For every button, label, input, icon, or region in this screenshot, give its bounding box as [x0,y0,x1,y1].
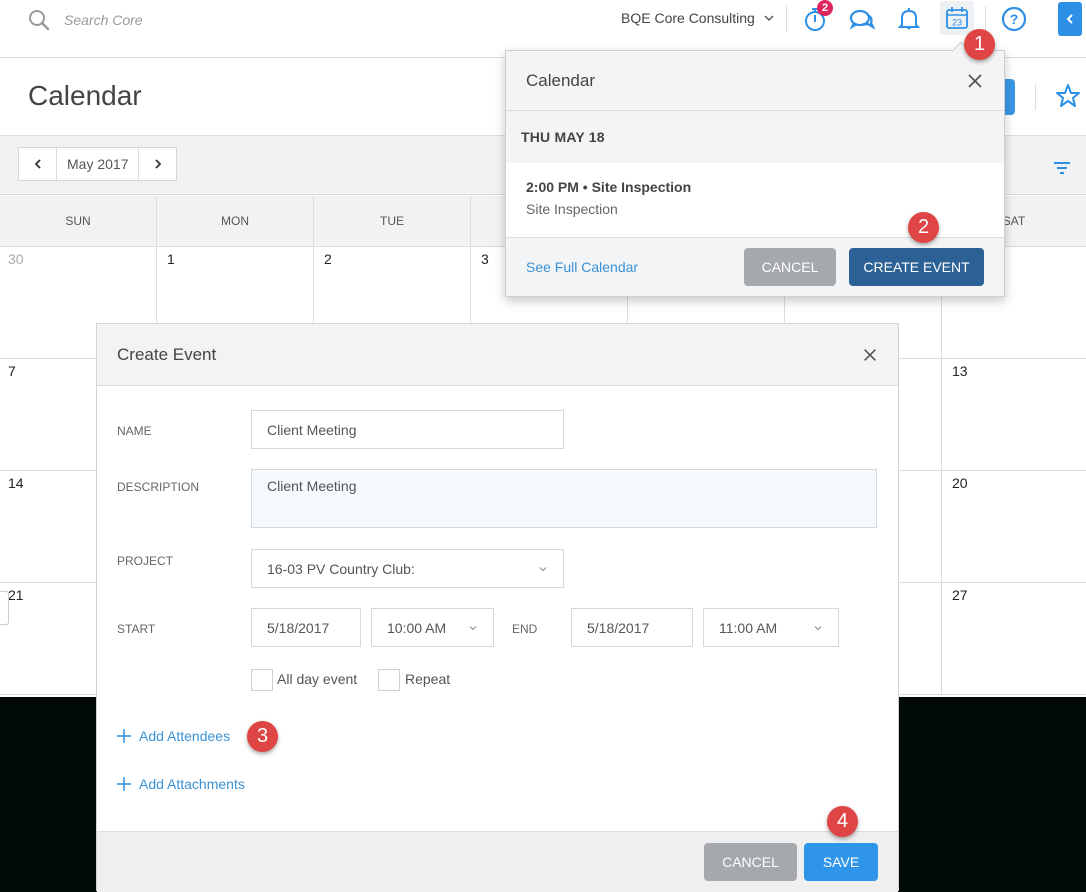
weekday-mon: MON [157,196,314,246]
project-label: PROJECT [117,554,174,568]
description-value: Client Meeting [267,478,357,494]
end-date-field[interactable]: 5/18/2017 [571,608,693,647]
add-attachments-label: Add Attachments [139,776,245,792]
save-button[interactable]: SAVE [804,843,878,881]
calendar-day[interactable]: 20 [942,471,1086,582]
calendar-icon-day: 23 [952,18,962,28]
company-name: BQE Core Consulting [621,10,755,26]
close-icon[interactable] [862,347,878,363]
end-date-value: 5/18/2017 [587,619,650,636]
step-marker-3: 3 [247,721,278,752]
modal-footer: CANCEL SAVE [97,831,898,892]
svg-text:?: ? [1010,11,1019,27]
search-input[interactable] [64,8,364,32]
plus-icon [117,729,131,743]
help-button[interactable]: ? [998,3,1030,35]
chevron-right-icon [155,159,162,169]
description-label: DESCRIPTION [117,480,200,494]
project-value: 16-03 PV Country Club: [267,560,415,577]
create-event-button[interactable]: CREATE EVENT [849,248,984,286]
create-event-modal: Create Event NAME Client Meeting DESCRIP… [96,323,899,892]
start-time-value: 10:00 AM [387,619,447,636]
name-field[interactable]: Client Meeting [251,410,564,449]
start-time-select[interactable]: 10:00 AM [371,608,494,647]
chevron-down-icon [764,15,774,21]
popover-footer: See Full Calendar CANCEL CREATE EVENT [506,238,1004,296]
search-icon[interactable] [28,9,50,31]
chevron-down-icon [539,566,547,571]
start-date-value: 5/18/2017 [267,619,330,636]
calendar-day[interactable]: 27 [942,583,1086,694]
end-label: END [512,622,538,636]
divider [786,6,787,32]
weekday-tue: TUE [314,196,471,246]
chevron-down-icon [814,625,822,630]
see-full-calendar-link[interactable]: See Full Calendar [526,259,638,275]
all-day-checkbox[interactable] [251,669,273,691]
plus-icon [117,777,131,791]
step-marker-2: 2 [908,212,939,243]
modal-title: Create Event [117,344,217,364]
weekday-sun: SUN [0,196,157,246]
add-attachments-link[interactable]: Add Attachments [117,776,245,792]
divider [985,6,986,32]
start-label: START [117,622,156,636]
popover-header: Calendar [506,51,1004,111]
event-title: 2:00 PM • Site Inspection [526,179,692,195]
project-select[interactable]: 16-03 PV Country Club: [251,549,564,588]
favorite-star-icon[interactable] [1054,82,1082,110]
notifications-button[interactable] [893,3,925,35]
end-time-value: 11:00 AM [719,619,778,636]
repeat-label: Repeat [405,671,451,687]
name-label: NAME [117,424,152,438]
description-field[interactable]: Client Meeting [251,469,877,528]
next-month-button[interactable] [139,148,176,180]
close-icon[interactable] [966,72,984,90]
calendar-popover: Calendar THU MAY 18 2:00 PM • Site Inspe… [505,41,1005,297]
popover-date-heading: THU MAY 18 [521,129,605,145]
modal-header: Create Event [97,324,898,386]
chevron-left-icon [1066,14,1073,24]
help-icon: ? [1001,6,1027,32]
chevron-left-icon [34,159,41,169]
divider [1035,84,1036,110]
all-day-label: All day event [277,671,358,687]
filter-icon[interactable] [1053,160,1071,176]
end-time-select[interactable]: 11:00 AM [703,608,839,647]
chevron-down-icon [469,625,477,630]
chat-icon [849,9,875,30]
calendar-icon: 23 [946,7,968,29]
popover-cancel-button[interactable]: CANCEL [744,248,836,286]
repeat-checkbox[interactable] [378,669,400,691]
popover-title: Calendar [526,70,595,90]
page-title: Calendar [28,80,142,111]
calendar-day[interactable]: 13 [942,359,1086,470]
name-value: Client Meeting [267,421,357,438]
start-date-field[interactable]: 5/18/2017 [251,608,361,647]
timer-badge: 2 [817,0,833,16]
add-attendees-label: Add Attendees [139,728,231,744]
add-attendees-link[interactable]: Add Attendees [117,728,230,744]
timer-button[interactable]: 2 [799,0,833,35]
modal-cancel-button[interactable]: CANCEL [704,843,797,881]
company-selector[interactable]: BQE Core Consulting [621,10,775,26]
step-marker-4: 4 [827,806,858,837]
side-drawer-handle[interactable] [0,591,9,625]
bell-icon [897,8,921,30]
chat-button[interactable] [846,3,878,35]
month-label: May 2017 [56,148,140,180]
previous-month-button[interactable] [19,148,56,180]
collapse-panel-button[interactable] [1058,2,1082,36]
step-marker-1: 1 [964,29,995,60]
month-navigator: May 2017 [18,147,178,181]
calendar-button[interactable]: 23 [940,1,974,35]
